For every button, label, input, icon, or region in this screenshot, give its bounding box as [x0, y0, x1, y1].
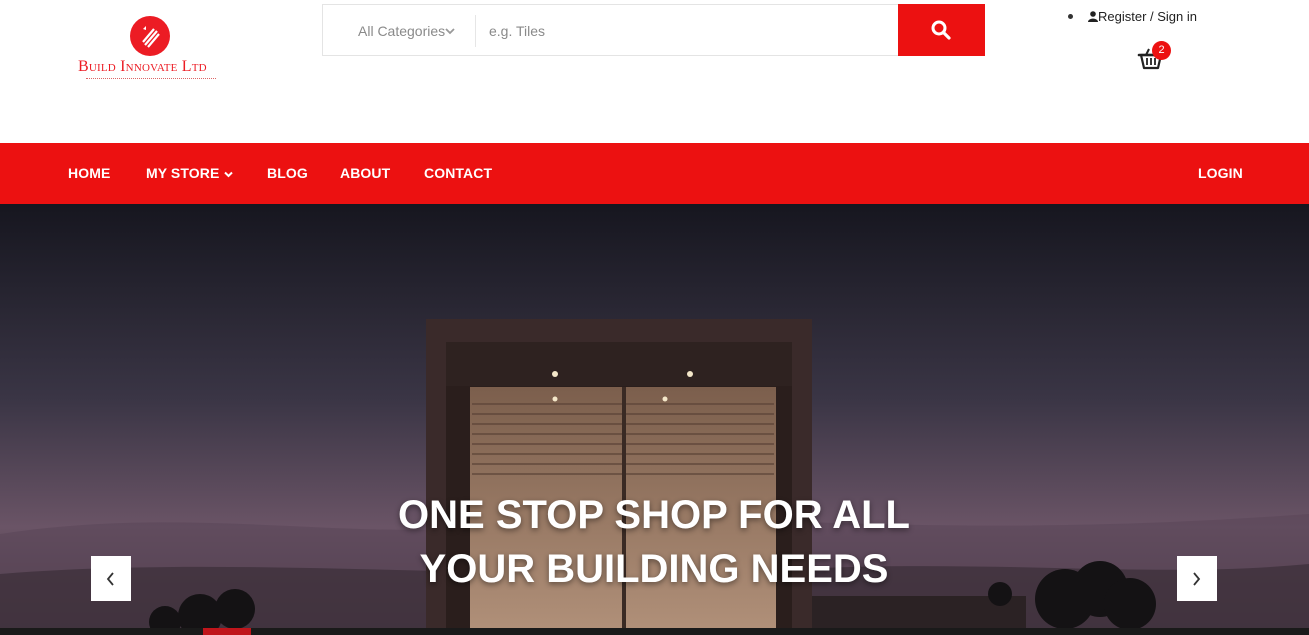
cart-count-badge: 2 — [1152, 41, 1171, 60]
hero-title-line-2: YOUR BUILDING NEEDS — [419, 547, 889, 591]
logo-mark-icon — [130, 16, 170, 56]
hero-title-line-1: ONE STOP SHOP FOR ALL — [398, 493, 910, 537]
search-bar: All Categories — [322, 4, 985, 56]
slider-next-button[interactable] — [1177, 556, 1217, 601]
logo-text: Build Innovate Ltd — [78, 58, 207, 75]
hero-slider: ONE STOP SHOP FOR ALL YOUR BUILDING NEED… — [0, 204, 1309, 635]
cart-button[interactable]: 2 — [1137, 41, 1177, 74]
nav-my-store-label: MY STORE — [146, 165, 220, 181]
search-button[interactable] — [898, 4, 985, 56]
chevron-down-icon — [445, 28, 455, 35]
site-header: Build Innovate Ltd All Categories Regist… — [0, 0, 1309, 143]
hero-title: ONE STOP SHOP FOR ALL YOUR BUILDING NEED… — [304, 488, 1004, 596]
divider — [475, 15, 476, 47]
category-select-label: All Categories — [358, 23, 446, 39]
nav-blog[interactable]: BLOG — [267, 165, 308, 181]
nav-home[interactable]: HOME — [68, 165, 110, 181]
nav-login[interactable]: LOGIN — [1198, 165, 1243, 181]
logo-tagline — [86, 78, 216, 80]
user-icon — [1088, 11, 1098, 22]
main-nav: HOME MY STORE BLOG ABOUT CONTACT LOGIN — [0, 143, 1309, 204]
category-select[interactable]: All Categories — [323, 5, 475, 55]
chevron-right-icon — [1193, 572, 1201, 586]
logo[interactable]: Build Innovate Ltd — [78, 16, 238, 80]
nav-my-store[interactable]: MY STORE — [146, 165, 234, 181]
register-signin-link[interactable]: Register / Sign in — [1098, 9, 1197, 24]
slider-prev-button[interactable] — [91, 556, 131, 601]
search-input[interactable] — [479, 13, 889, 49]
search-icon — [931, 20, 951, 40]
list-bullet — [1068, 14, 1073, 19]
chevron-down-icon — [224, 171, 234, 178]
bottom-strip — [0, 628, 1309, 635]
nav-about[interactable]: ABOUT — [340, 165, 390, 181]
nav-contact[interactable]: CONTACT — [424, 165, 492, 181]
bottom-accent — [203, 628, 251, 635]
chevron-left-icon — [106, 572, 114, 586]
